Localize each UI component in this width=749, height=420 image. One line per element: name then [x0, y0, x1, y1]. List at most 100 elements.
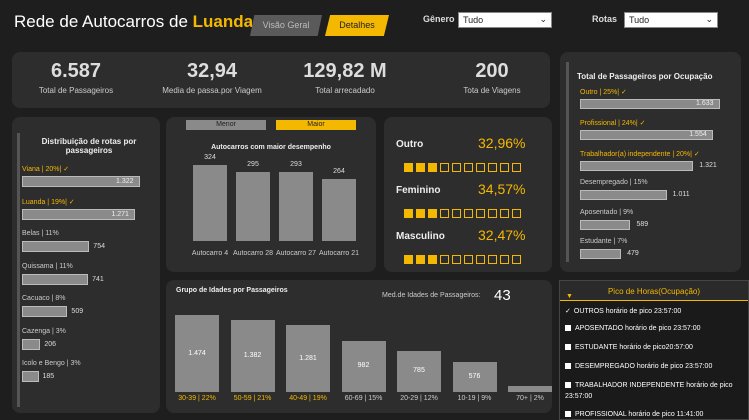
route-item[interactable]: Icolo e Bengo | 3% 185: [20, 360, 156, 390]
kpi-panel: 6.587 Total de Passageiros 32,94 Media d…: [12, 52, 550, 108]
progress-square: [428, 255, 437, 264]
occupation-item[interactable]: Trabalhador(a) independente | 20%| ✓ 1.32…: [578, 150, 738, 178]
age-bar[interactable]: [508, 385, 552, 392]
route-item[interactable]: Quissama | 11% 741: [20, 263, 156, 293]
progress-square: [464, 209, 473, 218]
age-bar-label: 10-19 | 9%: [457, 395, 492, 402]
peak-item[interactable]: ✓ OUTROS horário de pico 23:57:00: [565, 306, 743, 317]
bus-bar[interactable]: [193, 165, 227, 241]
routes-filter-label: Rotas: [592, 14, 618, 24]
age-bar-label: 20-29 | 12%: [400, 395, 438, 402]
age-bar-value: 576: [468, 372, 481, 380]
occupation-item-label: Aposentado | 9%: [580, 209, 634, 216]
occupation-item[interactable]: Outro | 25%| ✓ 1.633: [578, 88, 738, 116]
toggle-max-button[interactable]: Maior: [276, 120, 356, 130]
occupation-bar-value: 479: [627, 250, 639, 257]
age-bar-label: 50-59 | 21%: [233, 395, 272, 402]
chevron-down-icon[interactable]: ▼: [566, 293, 573, 300]
occupation-item-label: Outro | 25%| ✓: [580, 89, 627, 96]
peak-item-label: APOSENTADO horário de pico 23:57:00: [575, 325, 701, 332]
age-bar-label: 60-69 | 15%: [344, 395, 383, 402]
page-title: Rede de Autocarros de Luanda: [14, 12, 253, 32]
occupation-bar-value: 1.011: [672, 191, 690, 198]
kpi-avg-per-trip: 32,94 Media de passa.por Viagem: [152, 60, 272, 95]
gender-label: Outro: [396, 139, 424, 150]
bus-bar[interactable]: [279, 172, 313, 241]
age-bar-value: 1.474: [188, 349, 206, 357]
occupation-item-label: Profissional | 24%| ✓: [580, 120, 646, 127]
progress-square: [488, 209, 497, 218]
peak-item[interactable]: DESEMPREGADO horário de pico 23:57:00: [565, 361, 743, 372]
progress-square: [404, 255, 413, 264]
kpi-label: Total arrecadado: [315, 86, 375, 95]
route-item-label: Icolo e Bengo | 3%: [22, 360, 81, 367]
age-bar-value: 982: [357, 362, 370, 370]
progress-square: [452, 255, 461, 264]
bus-bar-value: 293: [290, 161, 302, 169]
checkbox-icon[interactable]: [565, 411, 571, 418]
route-item[interactable]: Belas | 11% 754: [20, 230, 156, 260]
bus-bar-value: 324: [204, 154, 216, 161]
tab-overview[interactable]: Visão Geral: [250, 15, 322, 36]
route-item[interactable]: Luanda | 19%| ✓ 1.271: [20, 198, 156, 228]
checkbox-icon[interactable]: [565, 382, 571, 389]
peak-item[interactable]: APOSENTADO horário de pico 23:57:00: [565, 323, 743, 334]
routes-dropdown-value: Tudo: [629, 15, 650, 25]
progress-square: [452, 163, 461, 172]
occupation-item[interactable]: Profissional | 24%| ✓ 1.554: [578, 119, 738, 147]
progress-square: [416, 163, 425, 172]
peak-hours-title: Pico de Horas(Ocupação): [607, 287, 701, 296]
progress-square: [488, 255, 497, 264]
occupation-bar: [580, 190, 667, 200]
route-bar-value: 509: [71, 308, 84, 315]
gender-squares: [404, 255, 524, 264]
kpi-total-passengers: 6.587 Total de Passageiros: [20, 60, 132, 95]
occupation-item[interactable]: Desempregado | 15% 1.011: [578, 179, 738, 207]
route-item[interactable]: Cacuaco | 8% 509: [20, 295, 156, 325]
route-item-label: Quissama | 11%: [22, 262, 73, 270]
routes-dropdown[interactable]: Tudo ⌄: [624, 12, 718, 28]
route-item-label: Viana | 20%| ✓: [22, 166, 70, 173]
age-bar-value: 1.281: [299, 354, 317, 362]
peak-item[interactable]: ESTUDANTE horário de pico20:57:00: [565, 342, 743, 353]
bus-bar-label: Autocarro 4: [191, 250, 229, 257]
occupation-bar-value: 1.633: [696, 100, 714, 107]
route-bar: [22, 306, 68, 317]
route-bar: [22, 273, 89, 285]
gender-squares: [404, 209, 524, 218]
toggle-min-button[interactable]: Menor: [186, 120, 266, 130]
peak-item[interactable]: PROFISSIONAL horário de pico 11:41:00: [565, 409, 743, 420]
peak-item[interactable]: TRABALHADOR INDEPENDENTE horário de pico…: [565, 380, 743, 402]
progress-square: [464, 255, 473, 264]
route-item-label: Belas | 11%: [22, 230, 59, 237]
gender-panel: Outro 32,96% Feminino 34,57% Masculino 32,47%: [384, 117, 552, 272]
peak-item-label: TRABALHADOR INDEPENDENTE horário de pico…: [565, 382, 733, 400]
avg-age-value: 43: [494, 287, 511, 304]
occupation-item[interactable]: Estudante | 7% 479: [578, 238, 738, 266]
kpi-label: Tota de Viagens: [463, 86, 521, 95]
progress-square: [500, 255, 509, 264]
progress-square: [428, 163, 437, 172]
kpi-value: 32,94: [186, 60, 238, 82]
route-item[interactable]: Viana | 20%| ✓ 1.322: [20, 165, 156, 195]
peak-hours-header: Pico de Horas(Ocupação) ▼: [560, 281, 748, 301]
checkbox-icon[interactable]: [565, 363, 571, 370]
toggle-max-label: Maior: [307, 121, 325, 128]
kpi-total-collected: 129,82 M Total arrecadado: [280, 60, 410, 95]
bus-performance-panel: Menor Maior Autocarros com maior desempe…: [166, 117, 376, 272]
checkbox-icon[interactable]: [565, 325, 571, 332]
occupation-bar-value: 1.321: [699, 162, 717, 169]
progress-square: [440, 163, 449, 172]
checkbox-icon[interactable]: [565, 344, 571, 351]
kpi-value: 6.587: [50, 60, 102, 82]
tab-details[interactable]: Detalhes: [325, 15, 389, 36]
route-item[interactable]: Cazenga | 3% 206: [20, 328, 156, 358]
avg-age-label: Med.de Idades de Passageiros:: [382, 292, 481, 299]
bus-bar[interactable]: [236, 171, 270, 241]
progress-square: [488, 163, 497, 172]
slicer-track[interactable]: [566, 62, 569, 262]
occupation-item-label: Desempregado | 15%: [580, 179, 648, 186]
gender-dropdown[interactable]: Tudo ⌄: [458, 12, 552, 28]
bus-bar[interactable]: [322, 179, 356, 241]
occupation-item[interactable]: Aposentado | 9% 589: [578, 209, 738, 237]
